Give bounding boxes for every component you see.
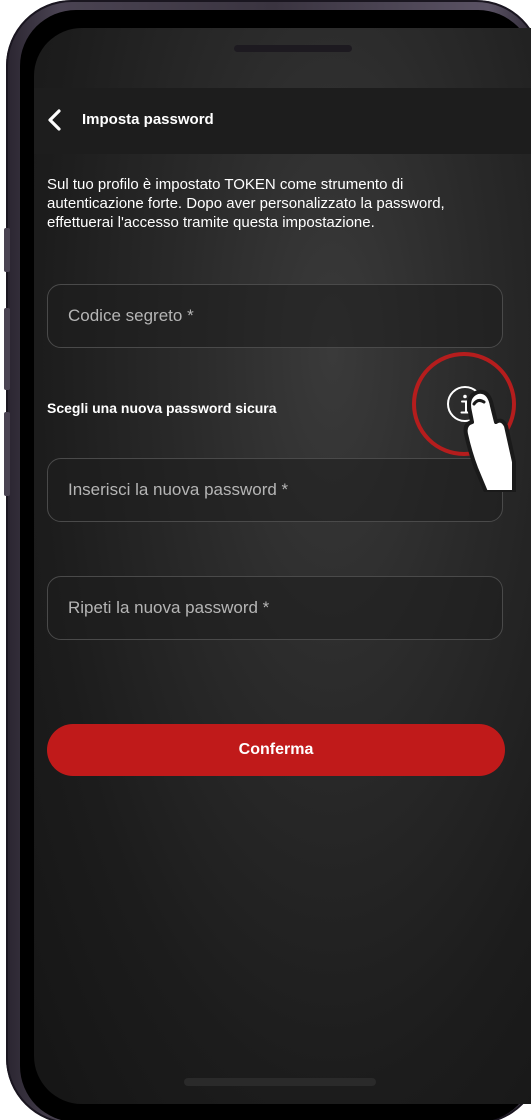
screenshot-stage: Imposta password Sul tuo profilo è impos… bbox=[0, 0, 531, 1120]
app-header: Imposta password bbox=[34, 88, 531, 154]
app-screen: Imposta password Sul tuo profilo è impos… bbox=[34, 28, 531, 1104]
phone-side-button bbox=[4, 412, 10, 496]
confirm-button[interactable]: Conferma bbox=[47, 724, 505, 776]
repeat-password-field[interactable] bbox=[47, 576, 503, 640]
intro-text: Sul tuo profilo è impostato TOKEN come s… bbox=[47, 175, 517, 232]
phone-side-button bbox=[4, 228, 10, 272]
secret-code-input[interactable] bbox=[48, 285, 502, 347]
password-section-label: Scegli una nuova password sicura bbox=[47, 400, 277, 416]
intro-line: autenticazione forte. Dopo aver personal… bbox=[47, 195, 445, 212]
phone-speaker-bar bbox=[234, 45, 352, 52]
chevron-left-icon[interactable] bbox=[44, 108, 66, 132]
intro-line: Sul tuo profilo è impostato TOKEN come s… bbox=[47, 176, 404, 193]
intro-line: effettuerai l'accesso tramite questa imp… bbox=[47, 214, 375, 231]
home-indicator bbox=[184, 1078, 376, 1086]
page-title: Imposta password bbox=[82, 111, 214, 128]
phone-side-button bbox=[4, 308, 10, 390]
hand-pointer-icon bbox=[463, 389, 516, 492]
secret-code-field[interactable] bbox=[47, 284, 503, 348]
new-password-input[interactable] bbox=[48, 459, 502, 521]
new-password-field[interactable] bbox=[47, 458, 503, 522]
repeat-password-input[interactable] bbox=[48, 577, 502, 639]
